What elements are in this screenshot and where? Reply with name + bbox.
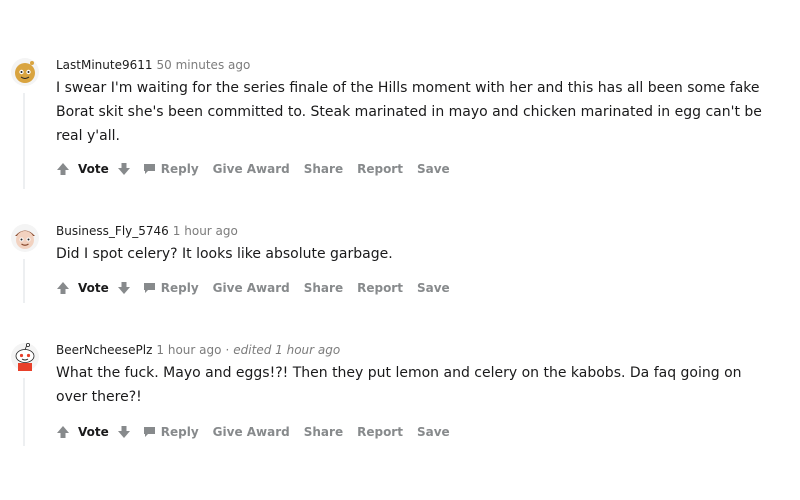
username[interactable]: Business_Fly_5746 (56, 224, 169, 238)
username[interactable]: LastMinute9611 (56, 58, 153, 72)
comment-meta: LastMinute9611 50 minutes ago (56, 57, 250, 73)
reply-button[interactable]: Reply (143, 162, 199, 176)
reply-button[interactable]: Reply (143, 281, 199, 295)
give-award-button[interactable]: Give Award (213, 425, 290, 439)
save-button[interactable]: Save (417, 281, 450, 295)
timestamp[interactable]: 1 hour ago (156, 343, 221, 357)
comment-bubble-icon (143, 163, 156, 175)
comment-body: Did I spot celery? It looks like absolut… (56, 246, 393, 262)
comment-actions: Vote Reply Give Award Share Report Save (56, 278, 464, 298)
give-award-button[interactable]: Give Award (213, 281, 290, 295)
comment-actions: Vote Reply Give Award Share Report Save (56, 422, 464, 442)
upvote-arrow-icon[interactable] (56, 425, 70, 439)
upvote-arrow-icon[interactable] (56, 162, 70, 176)
reply-label: Reply (160, 425, 199, 439)
report-button[interactable]: Report (357, 162, 403, 176)
comment-body: I swear I'm waiting for the series final… (56, 80, 762, 144)
user-avatar[interactable] (10, 342, 40, 372)
thread-line[interactable] (23, 259, 25, 303)
thread-line[interactable] (23, 378, 25, 446)
user-avatar[interactable] (10, 223, 40, 253)
user-avatar[interactable] (10, 57, 40, 87)
edited-label: edited 1 hour ago (233, 343, 341, 357)
timestamp[interactable]: 50 minutes ago (157, 58, 251, 72)
share-button[interactable]: Share (304, 281, 343, 295)
comment-meta: BeerNcheesePlz 1 hour ago · edited 1 hour a… (56, 342, 340, 358)
save-button[interactable]: Save (417, 425, 450, 439)
snoo-avatar-icon (11, 58, 39, 86)
comment-actions: Vote Reply Give Award Share Report Save (56, 159, 464, 179)
snoo-avatar-icon (11, 342, 39, 371)
vote-count: Vote (78, 162, 109, 176)
reply-button[interactable]: Reply (143, 425, 199, 439)
upvote-arrow-icon[interactable] (56, 281, 70, 295)
comment-body: What the fuck. Mayo and eggs!?! Then the… (56, 365, 742, 405)
report-button[interactable]: Report (357, 281, 403, 295)
share-button[interactable]: Share (304, 425, 343, 439)
reply-label: Reply (160, 162, 199, 176)
snoo-avatar-icon (11, 224, 39, 252)
comment-bubble-icon (143, 282, 156, 294)
save-button[interactable]: Save (417, 162, 450, 176)
downvote-arrow-icon[interactable] (117, 162, 131, 176)
give-award-button[interactable]: Give Award (213, 162, 290, 176)
comment-bubble-icon (143, 426, 156, 438)
vote-count: Vote (78, 281, 109, 295)
report-button[interactable]: Report (357, 425, 403, 439)
meta-separator: · (225, 343, 230, 357)
downvote-arrow-icon[interactable] (117, 425, 131, 439)
downvote-arrow-icon[interactable] (117, 281, 131, 295)
vote-count: Vote (78, 425, 109, 439)
thread-line[interactable] (23, 93, 25, 189)
reply-label: Reply (160, 281, 199, 295)
username[interactable]: BeerNcheesePlz (56, 343, 152, 357)
timestamp[interactable]: 1 hour ago (173, 224, 238, 238)
share-button[interactable]: Share (304, 162, 343, 176)
comment-meta: Business_Fly_5746 1 hour ago (56, 223, 238, 239)
